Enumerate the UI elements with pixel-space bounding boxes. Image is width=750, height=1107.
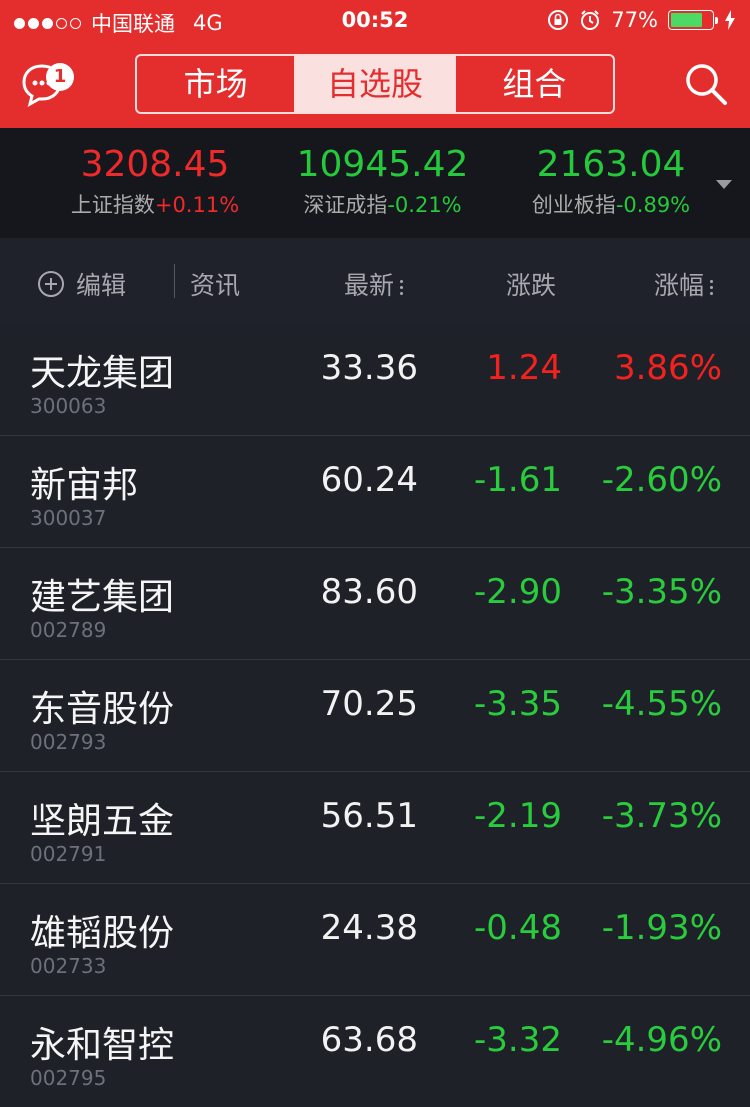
index-value: 2163.04: [536, 144, 686, 185]
table-row[interactable]: 天龙集团 300063 33.36 1.24 3.86%: [0, 324, 750, 436]
stock-change-pct: 3.86%: [613, 348, 722, 388]
stock-last-price: 60.24: [320, 460, 418, 500]
tab-market[interactable]: 市场: [137, 56, 297, 112]
stock-change-pct: -3.35%: [601, 572, 722, 612]
stock-name: 天龙集团: [30, 353, 175, 394]
main-tab-switcher: 市场 自选股 组合: [135, 54, 615, 114]
stock-change: -3.32: [474, 1020, 562, 1060]
stock-change-pct: -1.93%: [601, 908, 722, 948]
stock-change: -3.35: [474, 684, 562, 724]
index-chinext[interactable]: 2163.04 创业板指-0.89%: [512, 144, 710, 219]
table-row[interactable]: 新宙邦 300037 60.24 -1.61 -2.60%: [0, 436, 750, 548]
charging-icon: [725, 10, 735, 30]
stock-name: 东音股份: [30, 689, 175, 730]
rotation-lock-icon: [548, 10, 569, 30]
stock-code: 300063: [30, 394, 107, 418]
chevron-down-icon[interactable]: [716, 180, 732, 189]
stock-name: 雄韬股份: [30, 913, 175, 954]
battery-percent: 77%: [611, 8, 658, 32]
column-latest-sort[interactable]: 最新: [344, 266, 404, 302]
sort-options-icon: [400, 277, 404, 298]
index-name: 创业板指: [531, 193, 616, 217]
edit-label: 编辑: [76, 271, 127, 300]
battery-tip: [715, 17, 718, 24]
index-change: -0.21%: [387, 193, 462, 217]
stock-change: -2.90: [474, 572, 562, 612]
sort-options-icon: [710, 277, 714, 298]
column-pct-sort[interactable]: 涨幅: [654, 266, 714, 302]
column-change[interactable]: 涨跌: [506, 266, 556, 302]
stock-last-price: 83.60: [320, 572, 418, 612]
stock-change: -2.19: [474, 796, 562, 836]
column-pct-label: 涨幅: [654, 271, 705, 300]
tab-portfolio[interactable]: 组合: [456, 56, 613, 112]
stock-name: 永和智控: [30, 1025, 175, 1066]
message-badge: 1: [46, 63, 74, 91]
stock-name: 坚朗五金: [30, 801, 175, 842]
index-value: 3208.45: [80, 144, 230, 185]
table-row[interactable]: 建艺集团 002789 83.60 -2.90 -3.35%: [0, 548, 750, 660]
battery-icon: [668, 10, 718, 30]
edit-button[interactable]: 编辑: [38, 266, 126, 302]
index-shenzhen[interactable]: 10945.42 深证成指-0.21%: [285, 144, 480, 219]
news-button[interactable]: 资讯: [190, 266, 240, 302]
stock-last-price: 70.25: [320, 684, 418, 724]
tab-watchlist[interactable]: 自选股: [296, 56, 456, 112]
stock-code: 002795: [30, 1066, 107, 1090]
status-bar: 中国联通 4G 00:52 77%: [0, 0, 750, 42]
index-label: 上证指数+0.11%: [60, 189, 250, 219]
index-name: 深证成指: [303, 193, 388, 217]
watchlist-table: 天龙集团 300063 33.36 1.24 3.86% 新宙邦 300037 …: [0, 324, 750, 1107]
plus-circle-icon: [38, 271, 64, 297]
stock-change: 1.24: [486, 348, 562, 388]
header-divider: [174, 264, 175, 298]
table-row[interactable]: 东音股份 002793 70.25 -3.35 -4.55%: [0, 660, 750, 772]
index-label: 创业板指-0.89%: [512, 189, 710, 219]
stock-change-pct: -4.55%: [601, 684, 722, 724]
search-icon[interactable]: [684, 62, 728, 106]
stock-change-pct: -3.73%: [601, 796, 722, 836]
stock-last-price: 56.51: [320, 796, 418, 836]
stock-code: 002789: [30, 618, 107, 642]
stock-change-pct: -2.60%: [601, 460, 722, 500]
status-right: 77%: [547, 8, 736, 32]
index-ticker-bar[interactable]: 3208.45 上证指数+0.11% 10945.42 深证成指-0.21% 2…: [0, 128, 750, 238]
stock-code: 002791: [30, 842, 107, 866]
stock-change-pct: -4.96%: [601, 1020, 722, 1060]
stock-name: 新宙邦: [30, 465, 139, 506]
column-latest-label: 最新: [344, 271, 395, 300]
app-header: 中国联通 4G 00:52 77% 1 市场 自选股 组合: [0, 0, 750, 128]
table-header: 编辑 资讯 最新 涨跌 涨幅: [0, 238, 750, 324]
battery-fill: [671, 13, 702, 27]
stock-change: -0.48: [474, 908, 562, 948]
stock-last-price: 63.68: [320, 1020, 418, 1060]
table-row[interactable]: 永和智控 002795 63.68 -3.32 -4.96%: [0, 996, 750, 1107]
index-value: 10945.42: [296, 144, 469, 185]
stock-last-price: 33.36: [320, 348, 418, 388]
index-shanghai[interactable]: 3208.45 上证指数+0.11%: [60, 144, 250, 219]
index-change: -0.89%: [615, 193, 691, 217]
table-row[interactable]: 坚朗五金 002791 56.51 -2.19 -3.73%: [0, 772, 750, 884]
table-row[interactable]: 雄韬股份 002733 24.38 -0.48 -1.93%: [0, 884, 750, 996]
stock-code: 002793: [30, 730, 107, 754]
stock-code: 002733: [30, 954, 107, 978]
stock-change: -1.61: [474, 460, 562, 500]
stock-name: 建艺集团: [30, 577, 175, 618]
index-label: 深证成指-0.21%: [285, 189, 480, 219]
index-change: +0.11%: [154, 193, 240, 217]
stock-code: 300037: [30, 506, 107, 530]
index-name: 上证指数: [70, 193, 155, 217]
stock-last-price: 24.38: [320, 908, 418, 948]
alarm-icon: [581, 10, 600, 30]
